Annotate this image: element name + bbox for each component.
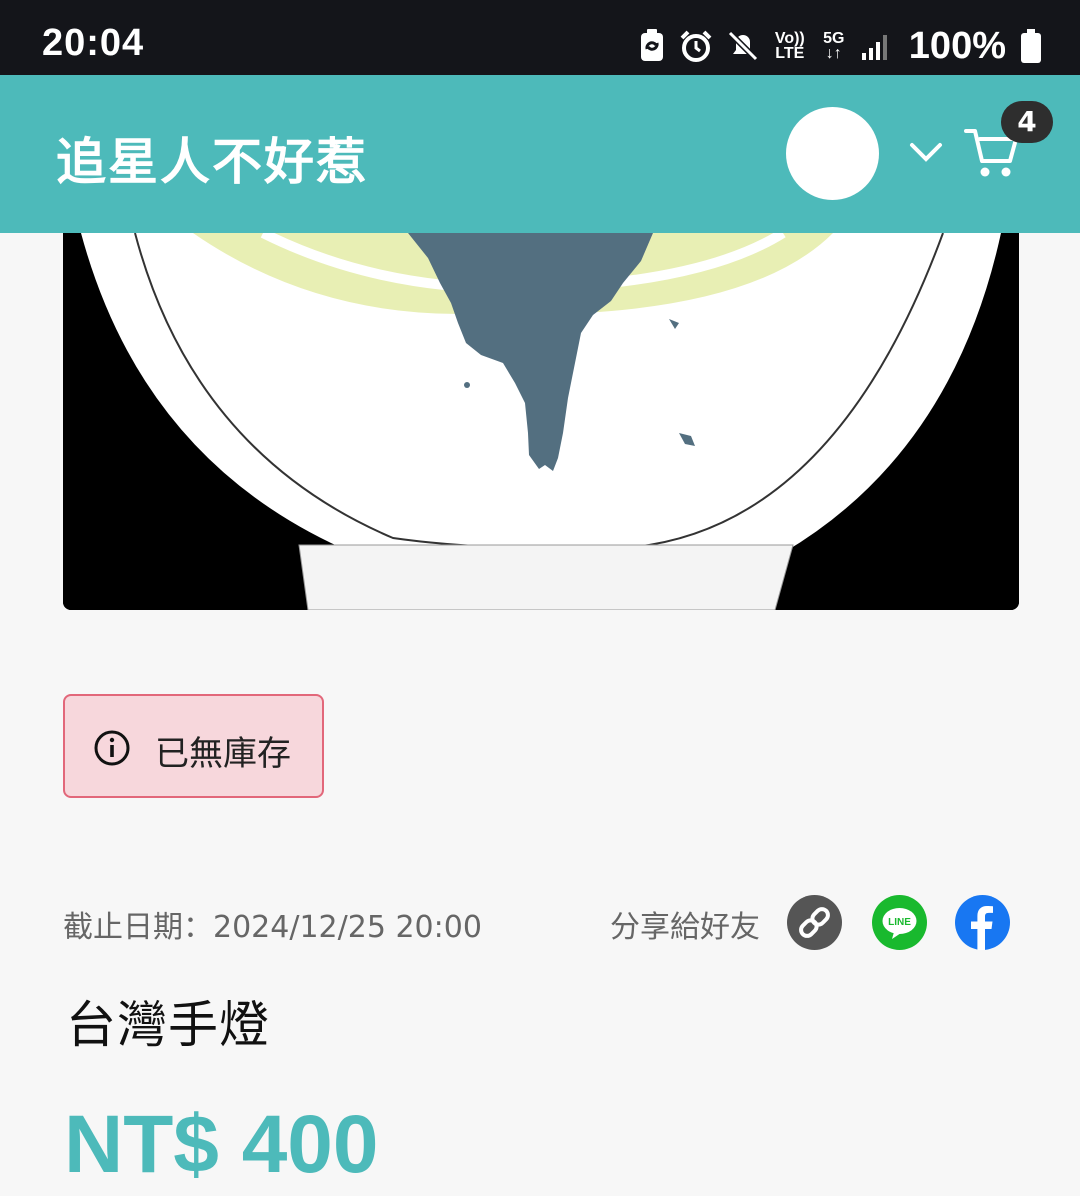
signal-icon (861, 35, 887, 60)
facebook-icon (971, 906, 993, 950)
product-price: NT$ 400 (64, 1099, 379, 1190)
chevron-down-icon[interactable] (906, 139, 946, 167)
cart-count-badge: 4 (1001, 101, 1053, 143)
share-label: 分享給好友 (610, 910, 760, 945)
line-text: LINE (888, 917, 911, 928)
battery-icon (1021, 29, 1041, 63)
alarm-icon (680, 30, 712, 62)
info-icon (94, 730, 130, 766)
brand-title[interactable]: 追星人不好惹 (56, 122, 368, 194)
app-header: 追星人不好惹 4 (0, 75, 1080, 233)
deadline-text: 截止日期：2024/12/25 20:00 (63, 910, 482, 945)
volte-icon: Vo)) LTE (774, 30, 805, 62)
stock-status-text: 已無庫存 (155, 734, 291, 774)
5g-icon: 5G ↓↑ (823, 30, 845, 62)
link-icon (799, 907, 830, 938)
status-time: 20:04 (42, 22, 145, 64)
out-of-stock-alert: 已無庫存 (63, 694, 324, 798)
mute-icon (727, 30, 758, 62)
share-line-button[interactable]: LINE (872, 895, 927, 950)
share-facebook-button[interactable] (955, 895, 1010, 950)
copy-link-button[interactable] (787, 895, 842, 950)
avatar[interactable] (786, 107, 879, 200)
status-bar: 20:04 Vo)) LTE 5G ↓↑ 100% (0, 0, 1080, 75)
product-title: 台灣手燈 (66, 996, 270, 1054)
sync-icon (640, 29, 663, 61)
line-icon: LINE (882, 908, 917, 939)
product-image[interactable] (63, 233, 1019, 610)
status-icons: Vo)) LTE 5G ↓↑ 100% (639, 24, 1042, 67)
battery-percentage: 100% (908, 24, 1006, 67)
